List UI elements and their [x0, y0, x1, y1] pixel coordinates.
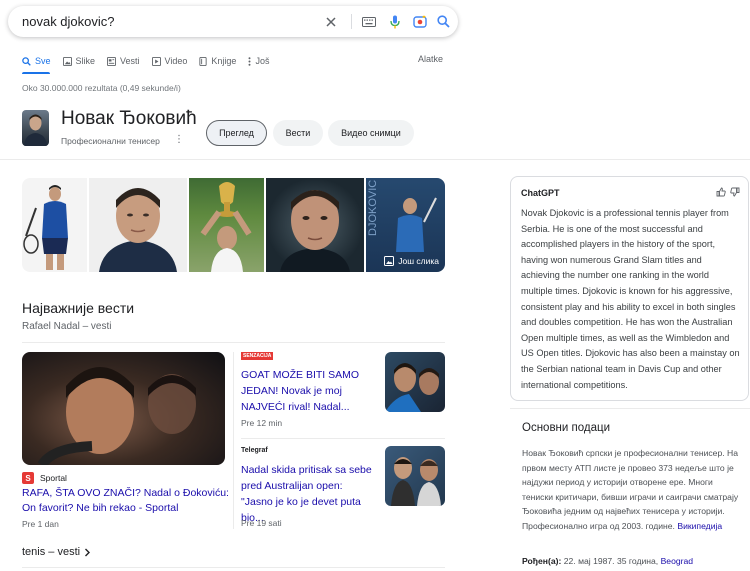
knowledge-description: Новак Ђоковић српски је професионални те… — [522, 446, 746, 534]
image-result[interactable]: DJOKOVIC Још слика — [366, 178, 445, 272]
news-item-divider — [241, 438, 445, 439]
thumbs-up-icon[interactable] — [716, 187, 726, 197]
born-value: 22. мај 1987. 35 година, — [563, 556, 659, 566]
news-item-time: Pre 19 sati — [241, 518, 282, 528]
news-item-image[interactable] — [385, 352, 445, 412]
book-icon — [199, 56, 208, 66]
tab-label: Video — [164, 56, 188, 66]
image-result[interactable] — [266, 178, 364, 272]
news-icon — [107, 56, 117, 66]
news-column-divider — [233, 352, 234, 529]
entity-thumbnail[interactable] — [22, 110, 49, 146]
knowledge-description-text: Новак Ђоковић српски је професионални те… — [522, 448, 739, 531]
born-label: Рођен(а): — [522, 556, 562, 566]
tab-label: Sve — [35, 56, 51, 66]
chip-news[interactable]: Вести — [273, 120, 323, 146]
more-images-label: Још слика — [398, 256, 439, 266]
image-icon — [384, 256, 395, 266]
birthplace-link[interactable]: Beograd — [661, 556, 694, 566]
knowledge-title: Основни подаци — [522, 422, 611, 434]
top-stories-subtitle: Rafael Nadal – vesti — [22, 321, 112, 332]
tab-more[interactable]: Još — [248, 53, 269, 69]
more-images-link[interactable]: Још слика — [384, 256, 439, 266]
chevron-right-icon — [85, 548, 91, 556]
news-item-headline[interactable]: Nadal skida pritisak sa sebe pred Austra… — [241, 462, 374, 526]
senzacija-logo: SENZACIJA — [241, 352, 274, 360]
feedback-buttons — [716, 187, 740, 197]
top-stories-title: Најважније вести — [22, 300, 135, 316]
wikipedia-link[interactable]: Википедија — [677, 521, 722, 531]
tab-label: Knjige — [211, 56, 237, 66]
chip-videos[interactable]: Видео снимци — [328, 120, 414, 146]
chatgpt-card: ChatGPT Novak Djokovic is a professional… — [510, 176, 749, 401]
searchbar-divider — [351, 14, 352, 29]
tab-label: Slike — [75, 56, 96, 66]
tab-video[interactable]: Video — [151, 53, 188, 69]
tab-images[interactable]: Slike — [62, 53, 96, 69]
more-news-divider — [22, 567, 445, 568]
knowledge-born: Рођен(а): 22. мај 1987. 35 година, Beogr… — [522, 556, 693, 566]
tab-all[interactable]: Sve — [22, 53, 51, 69]
keyboard-icon[interactable] — [358, 6, 380, 37]
tab-label: Još — [255, 56, 270, 66]
news-item-image[interactable] — [385, 446, 445, 506]
news-main-image[interactable] — [22, 352, 225, 465]
tools-button[interactable]: Alatke — [418, 54, 443, 64]
image-result[interactable] — [89, 178, 187, 272]
more-news-label: tenis – vesti — [22, 546, 81, 558]
chatgpt-title: ChatGPT — [521, 188, 560, 198]
microphone-icon[interactable] — [384, 6, 406, 37]
telegraf-logo: Telegraf — [241, 447, 268, 454]
search-bar[interactable] — [8, 6, 458, 37]
news-item-time: Pre 12 min — [241, 418, 283, 428]
clear-icon[interactable] — [320, 6, 342, 37]
news-item-headline[interactable]: GOAT MOŽE BITI SAMO JEDAN! Novak je moj … — [241, 367, 374, 415]
search-input[interactable] — [22, 14, 312, 29]
search-icon[interactable] — [432, 6, 454, 37]
sportal-logo-icon: S — [22, 472, 34, 484]
tab-books[interactable]: Knjige — [199, 53, 236, 69]
more-news-link[interactable]: tenis – vesti — [22, 546, 91, 558]
chatgpt-answer: Novak Djokovic is a professional tennis … — [521, 208, 740, 390]
thumbs-down-icon[interactable] — [730, 187, 740, 197]
news-main-headline[interactable]: RAFA, ŠTA OVO ZNAČI? Nadal o Đokoviću: O… — [22, 486, 232, 516]
header-divider — [0, 159, 750, 160]
more-vert-icon — [248, 56, 251, 66]
image-icon — [62, 56, 72, 66]
source-name: Sportal — [40, 473, 67, 483]
image-result[interactable] — [22, 178, 87, 272]
search-tabs: Sve Slike Vesti Video Knjige Još — [22, 53, 281, 69]
knowledge-divider — [510, 408, 750, 409]
entity-subtitle: Професионални тенисер — [61, 136, 160, 146]
tab-news[interactable]: Vesti — [107, 53, 140, 69]
svg-text:DJOKOVIC: DJOKOVIC — [367, 180, 379, 236]
news-main-time: Pre 1 dan — [22, 519, 59, 529]
entity-name: Новак Ђоковић — [61, 108, 197, 129]
tab-label: Vesti — [120, 56, 140, 66]
search-icon — [22, 56, 31, 66]
more-options-icon[interactable]: ⋮ — [174, 134, 184, 145]
news-main-source: S Sportal — [22, 472, 67, 484]
chip-overview[interactable]: Преглед — [206, 120, 267, 146]
active-tab-indicator — [22, 72, 50, 74]
camera-lens-icon[interactable] — [409, 6, 431, 37]
result-stats: Oko 30.000.000 rezultata (0,49 sekunde/i… — [22, 83, 181, 93]
video-icon — [151, 56, 161, 66]
image-carousel: DJOKOVIC Још слика — [22, 178, 445, 272]
image-result[interactable] — [189, 178, 264, 272]
news-divider — [22, 342, 445, 343]
